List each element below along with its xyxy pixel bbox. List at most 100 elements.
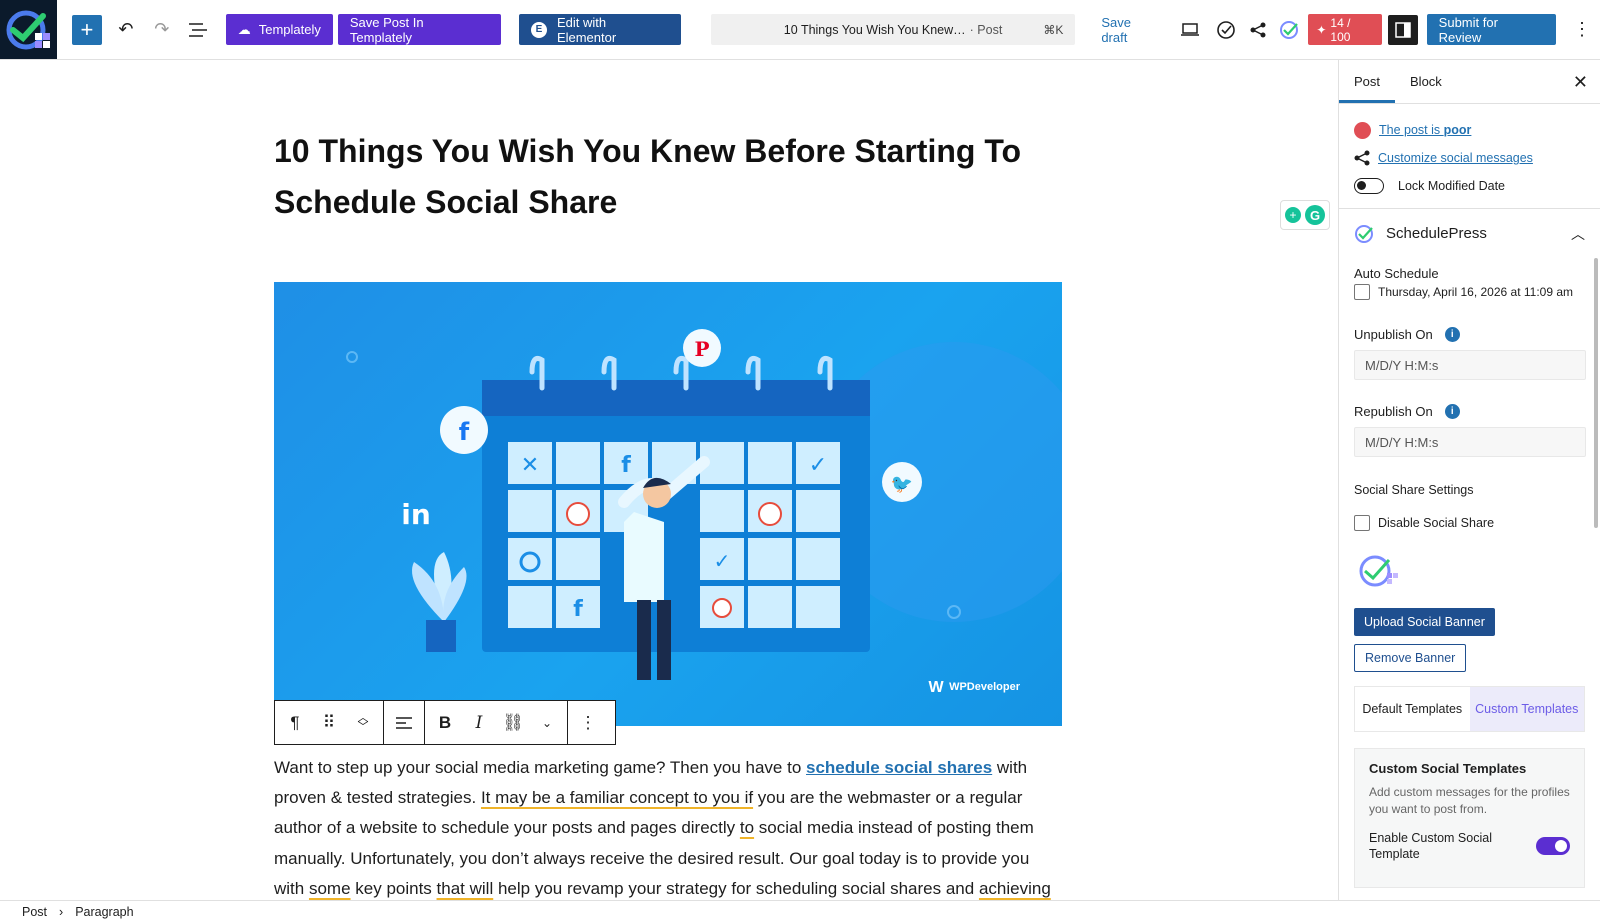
more-formatting-button[interactable]: ⌄ [533, 709, 561, 737]
paragraph-block[interactable]: Want to step up your social media market… [274, 753, 1064, 900]
svg-text:✕: ✕ [521, 453, 539, 478]
disable-social-share-label: Disable Social Share [1378, 516, 1495, 530]
grammar-suggestion[interactable]: that will [437, 879, 494, 898]
unpublish-label: Unpublish On [1354, 327, 1433, 342]
paragraph-text: help you revamp your strategy for schedu… [493, 878, 979, 898]
auto-schedule-date: Thursday, April 16, 2026 at 11:09 am [1378, 285, 1574, 299]
save-in-templately-button[interactable]: Save Post In Templately [337, 14, 501, 45]
schedulepress-logo-icon [6, 10, 51, 49]
schedulepress-panel-header[interactable]: SchedulePress ︿ [1339, 208, 1600, 258]
auto-schedule-label: Auto Schedule [1354, 266, 1439, 281]
tab-block[interactable]: Block [1395, 60, 1457, 103]
preview-button[interactable] [1173, 12, 1209, 48]
paragraph-text: key points [350, 878, 437, 898]
grammar-suggestion[interactable]: It may be a familiar concept to you if [481, 788, 753, 807]
bold-icon: B [438, 712, 452, 732]
site-logo[interactable] [0, 0, 57, 59]
block-options-button[interactable]: ⋮ [574, 709, 602, 737]
seo-score-badge[interactable]: ✦ 14 / 100 [1308, 14, 1382, 45]
svg-text:f: f [459, 418, 470, 446]
tab-custom-templates[interactable]: Custom Templates [1469, 687, 1584, 731]
info-icon[interactable]: i [1444, 404, 1460, 419]
share-button[interactable] [1244, 12, 1272, 48]
customize-social-link[interactable]: Customize social messages [1378, 151, 1533, 165]
grammarly-widget[interactable]: + G [1280, 200, 1330, 230]
command-palette-bar[interactable]: 10 Things You Wish You Knew… · Post ⌘K [710, 14, 1076, 45]
republish-label-row: Republish On i [1339, 404, 1600, 419]
link-icon: ⛓ [502, 712, 524, 732]
breadcrumb-paragraph[interactable]: Paragraph [75, 905, 133, 919]
card-title: Custom Social Templates [1369, 761, 1527, 776]
more-vertical-icon: ⋮ [579, 712, 597, 732]
edit-with-elementor-button[interactable]: E Edit with Elementor [518, 14, 681, 45]
chevron-down-icon: ﹀ [357, 720, 369, 733]
info-icon[interactable]: i [1444, 327, 1460, 342]
unpublish-date-input[interactable]: M/D/Y H:M:s [1354, 350, 1586, 380]
more-vertical-icon: ⋮ [1573, 19, 1591, 39]
schedule-social-shares-link[interactable]: schedule social shares [806, 758, 992, 777]
move-block-buttons[interactable]: ︿ ﹀ [349, 709, 377, 737]
settings-sidebar-toggle[interactable] [1387, 14, 1418, 45]
svg-text:W: W [928, 679, 944, 696]
save-draft-button[interactable]: Save draft [1101, 15, 1160, 45]
breadcrumb-post[interactable]: Post [22, 905, 47, 919]
close-icon: ✕ [1572, 72, 1588, 92]
schedulepress-button[interactable] [1272, 12, 1308, 48]
tab-post[interactable]: Post [1339, 60, 1395, 103]
options-menu-button[interactable]: ⋮ [1564, 12, 1600, 48]
chevron-up-icon: ︿ [1571, 225, 1585, 242]
social-banner-preview [1339, 537, 1600, 596]
paragraph-type-button[interactable]: ¶ [281, 709, 309, 737]
submit-for-review-button[interactable]: Submit for Review [1426, 14, 1557, 45]
grammar-suggestion[interactable]: some [309, 879, 351, 898]
chevron-right-icon: › [59, 905, 64, 919]
sidebar-scrollbar[interactable] [1594, 258, 1598, 528]
bold-button[interactable]: B [431, 709, 459, 737]
seo-rating: poor [1443, 123, 1472, 137]
block-toolbar: ¶ ⠿ ︿ ﹀ B I ⛓ ⌄ ⋮ [274, 700, 616, 745]
unpublish-label-row: Unpublish On i [1339, 327, 1600, 342]
featured-image-block[interactable]: ✕ f ✓ ✓ f f P 🐦 in WPDeveloper W [274, 282, 1062, 726]
lock-modified-label: Lock Modified Date [1398, 179, 1506, 193]
templately-button[interactable]: ☁ Templately [225, 14, 333, 45]
align-button[interactable] [390, 709, 418, 737]
enable-custom-toggle[interactable] [1536, 837, 1570, 855]
disable-social-share-checkbox[interactable] [1354, 515, 1370, 531]
close-sidebar-button[interactable]: ✕ [1573, 72, 1588, 93]
drag-handle[interactable]: ⠿ [315, 709, 343, 737]
list-view-icon [188, 22, 207, 37]
redo-button[interactable]: ↷ [144, 12, 180, 48]
schedule-check-button[interactable] [1208, 12, 1244, 48]
seo-warning-icon [1354, 121, 1371, 139]
undo-button[interactable]: ↶ [108, 12, 144, 48]
command-shortcut: ⌘K [1043, 22, 1064, 37]
templately-icon: ☁ [237, 21, 251, 37]
svg-text:🐦: 🐦 [891, 474, 913, 495]
republish-label: Republish On [1354, 404, 1433, 419]
seo-status-row: The post is poor [1339, 116, 1600, 144]
republish-date-input[interactable]: M/D/Y H:M:s [1354, 427, 1586, 457]
seo-status-link[interactable]: The post is poor [1379, 123, 1471, 137]
remove-banner-button[interactable]: Remove Banner [1354, 644, 1467, 672]
editor-canvas: 10 Things You Wish You Knew Before Start… [0, 60, 1338, 900]
upload-social-banner-button[interactable]: Upload Social Banner [1354, 608, 1495, 636]
enable-custom-label: Enable Custom Social Template [1369, 831, 1492, 861]
seo-status-text: The post is [1379, 123, 1444, 137]
chevron-down-icon: ⌄ [541, 715, 553, 730]
link-button[interactable]: ⛓ [499, 709, 527, 737]
post-title[interactable]: 10 Things You Wish You Knew Before Start… [274, 126, 1054, 228]
svg-text:in: in [401, 498, 431, 531]
image-brand-watermark: WPDeveloper [949, 681, 1021, 693]
tab-default-templates[interactable]: Default Templates [1355, 687, 1470, 731]
lock-modified-toggle[interactable] [1354, 178, 1384, 194]
add-block-button[interactable]: + [71, 14, 102, 45]
auto-schedule-checkbox[interactable] [1354, 284, 1370, 300]
italic-button[interactable]: I [465, 709, 493, 737]
document-overview-button[interactable] [180, 12, 216, 48]
banner-logo-icon [1359, 555, 1398, 587]
svg-text:✓: ✓ [714, 549, 731, 573]
grammar-suggestion[interactable]: to [740, 818, 754, 837]
drag-icon: ⠿ [322, 712, 336, 732]
italic-icon: I [475, 712, 483, 733]
grammar-suggestion[interactable]: achieving [979, 879, 1051, 898]
